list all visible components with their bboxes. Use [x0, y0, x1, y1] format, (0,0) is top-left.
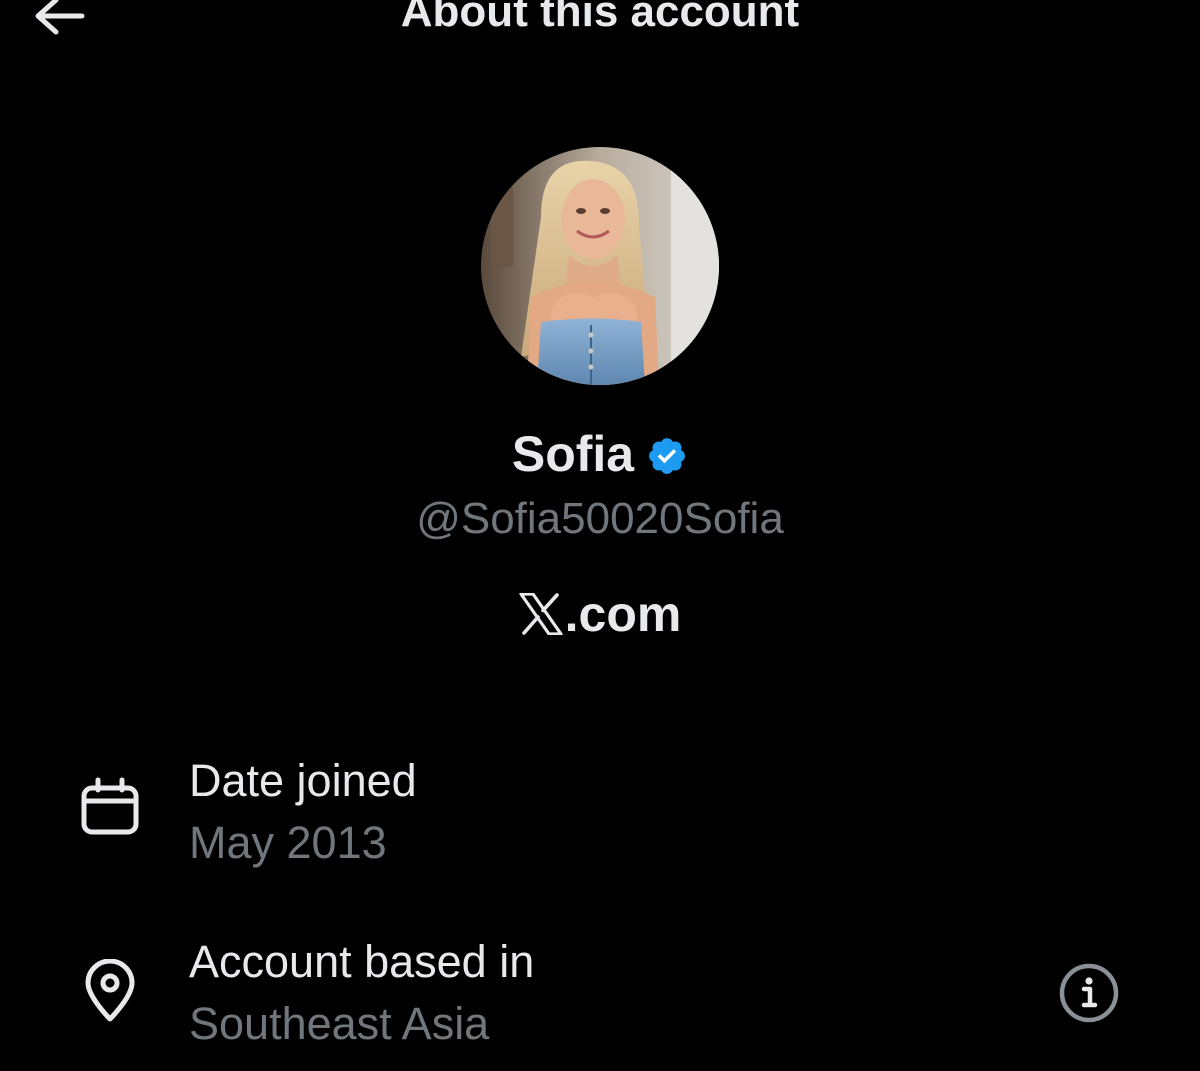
account-location-value: Southeast Asia [189, 998, 490, 1049]
location-pin-icon [85, 959, 135, 1022]
account-location-row: Account based in Southeast Asia [0, 933, 1200, 1063]
verified-badge-icon [649, 438, 686, 474]
date-joined-value: May 2013 [189, 817, 387, 868]
date-joined-row: Date joined May 2013 [0, 752, 1200, 882]
account-location-label: Account based in [189, 936, 535, 987]
brand-suffix: .com [564, 586, 682, 642]
page-title: About this account [400, 0, 800, 36]
x-logo-icon [519, 593, 563, 635]
location-info-button[interactable] [1057, 961, 1121, 1025]
date-joined-label: Date joined [189, 755, 417, 806]
account-handle: @Sofia50020Sofia [416, 494, 784, 543]
display-name: Sofia [511, 426, 635, 482]
brand-link[interactable]: .com [0, 584, 1200, 644]
avatar[interactable] [481, 147, 719, 385]
calendar-icon [81, 777, 139, 835]
name-row: Sofia [0, 422, 1200, 486]
info-icon [1059, 963, 1119, 1023]
profile-photo [481, 147, 719, 385]
